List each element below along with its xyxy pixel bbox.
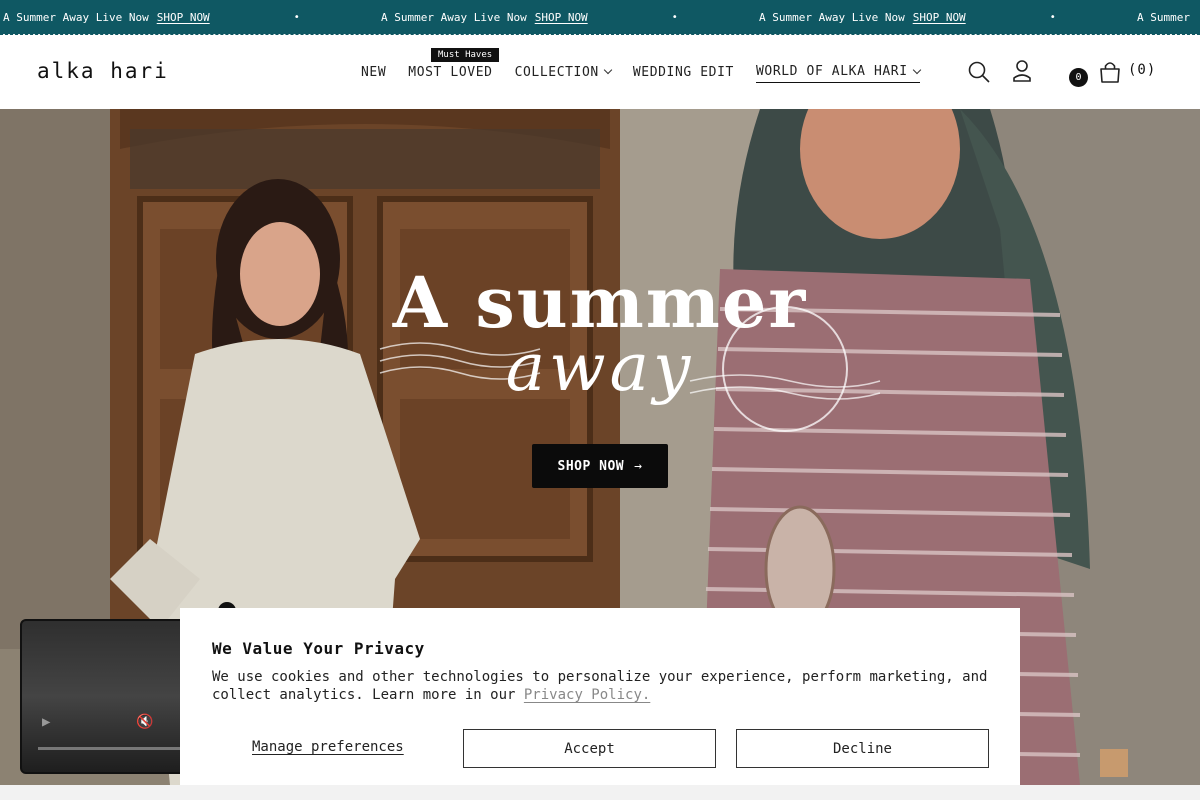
chevron-down-icon — [912, 65, 921, 74]
play-icon[interactable]: ▶ — [42, 714, 50, 730]
announcement-shop-link[interactable]: SHOP NOW — [913, 11, 966, 24]
announcement-text: A Summer Away Live Now — [381, 10, 527, 24]
announcement-item: A Summer Away Live Now SHOP NOW • — [759, 11, 1137, 24]
announcement-track: A Summer Away Live Now SHOP NOW • A Summ… — [3, 0, 1200, 34]
announcement-text: A Summer Away Live Now — [759, 10, 905, 24]
hero-button-label: SHOP NOW — [557, 458, 625, 474]
hero-shop-now-button[interactable]: SHOP NOW → — [532, 444, 668, 488]
announcement-shop-link[interactable]: SHOP NOW — [157, 11, 210, 24]
nav-label: MOST LOVED — [408, 64, 493, 80]
cart-count[interactable]: (0) — [1128, 62, 1156, 78]
wishlist-count-badge[interactable]: 0 — [1069, 68, 1088, 87]
nav-label: WORLD OF ALKA HARI — [755, 64, 908, 79]
hero-subtitle: away — [505, 329, 695, 406]
page-bottom-strip — [0, 785, 1200, 800]
announcement-text: A Summer Away Live Now — [3, 10, 149, 24]
nav-item-collection[interactable]: COLLECTION — [514, 61, 613, 83]
must-haves-tag: Must Haves — [431, 48, 500, 62]
announcement-bar: A Summer Away Live Now SHOP NOW • A Summ… — [0, 0, 1200, 34]
manage-preferences-link[interactable]: Manage preferences — [252, 739, 404, 755]
search-icon[interactable] — [967, 60, 991, 84]
account-icon[interactable] — [1011, 59, 1033, 83]
nav-label: COLLECTION — [514, 64, 599, 80]
nav-item-wedding-edit[interactable]: WEDDING EDIT — [633, 61, 734, 83]
announcement-item: A Summer Away Live Now SHOP NOW • — [381, 11, 759, 24]
accept-button[interactable]: Accept — [463, 729, 716, 768]
cookie-consent-banner: We Value Your Privacy We use cookies and… — [180, 608, 1020, 800]
cookie-body: We use cookies and other technologies to… — [212, 668, 1002, 704]
nav-label: NEW — [361, 64, 387, 80]
shopping-bag-icon[interactable] — [1099, 60, 1121, 84]
nav-label: WEDDING EDIT — [632, 64, 734, 80]
announcement-separator: • — [671, 11, 678, 23]
chevron-down-icon — [603, 65, 613, 75]
arrow-right-icon: → — [634, 458, 643, 474]
cookie-title: We Value Your Privacy — [212, 639, 425, 658]
announcement-separator: • — [293, 11, 300, 23]
brand-logo[interactable]: alka hari — [37, 59, 169, 83]
announcement-item: A Summer — [1137, 11, 1200, 24]
announcement-item: A Summer Away Live Now SHOP NOW • — [3, 11, 381, 24]
nav-item-new[interactable]: NEW — [361, 61, 386, 83]
nav-item-most-loved[interactable]: MOST LOVED — [408, 61, 492, 83]
mute-icon[interactable]: 🔇 — [136, 714, 153, 730]
site-header: alka hari Must Haves NEW MOST LOVED COLL… — [0, 35, 1200, 109]
nav-item-world-of-alka-hari[interactable]: WORLD OF ALKA HARI — [755, 61, 921, 83]
announcement-separator: • — [1049, 11, 1056, 23]
main-nav: NEW MOST LOVED COLLECTION WEDDING EDIT W… — [361, 61, 942, 83]
decline-button[interactable]: Decline — [736, 729, 989, 768]
announcement-shop-link[interactable]: SHOP NOW — [535, 11, 588, 24]
announcement-text: A Summer — [1137, 10, 1190, 24]
privacy-policy-link[interactable]: Privacy Policy. — [524, 687, 650, 703]
